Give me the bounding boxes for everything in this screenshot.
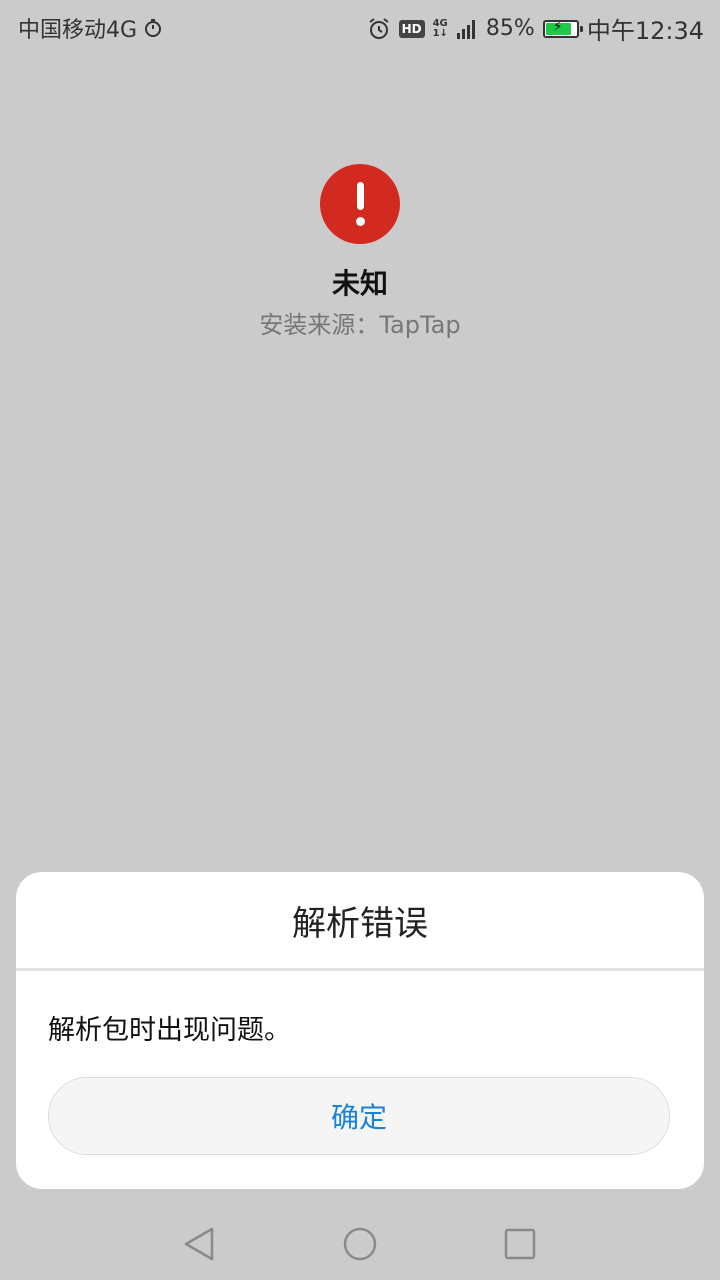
charging-bolt-icon: ⚡ [552,18,563,35]
network-label: 4G [432,17,448,29]
battery-icon: ⚡ [542,18,583,38]
install-source: 安装来源：TapTap [259,311,461,339]
carrier-label: 中国移动4G [18,18,138,43]
parse-error-dialog: 解析错误 解析包时出现问题。 确定 [16,872,704,1189]
dialog-message: 解析包时出现问题。 [48,1015,291,1046]
back-icon[interactable] [182,1226,218,1262]
network-activity: 1↓ [432,27,448,39]
app-name: 未知 [331,267,388,300]
home-icon[interactable] [342,1226,378,1262]
dialog-divider [16,968,704,971]
alarm-icon [368,17,389,39]
exclamation-bar [357,182,364,210]
error-exclamation-icon [320,164,400,244]
ok-button[interactable]: 确定 [48,1077,670,1155]
navigation-bar [0,1210,720,1280]
stopwatch-icon [145,19,162,37]
status-bar-left: 中国移动4G [18,12,163,44]
clock: 中午12:34 [586,17,704,45]
status-bar: 中国移动4G HD 4G 1↓ 85% ⚡ 中午12:34 [0,0,720,50]
status-bar-right: HD 4G 1↓ 85% ⚡ 中午12:34 [367,11,704,46]
exclamation-dot [356,217,365,226]
signal-icon [456,19,475,39]
recents-icon[interactable] [502,1226,538,1262]
battery-percent: 85% [485,16,535,41]
dialog-title: 解析错误 [292,903,428,944]
hd-icon: HD [398,19,425,38]
network-type: 4G 1↓ [432,17,448,39]
